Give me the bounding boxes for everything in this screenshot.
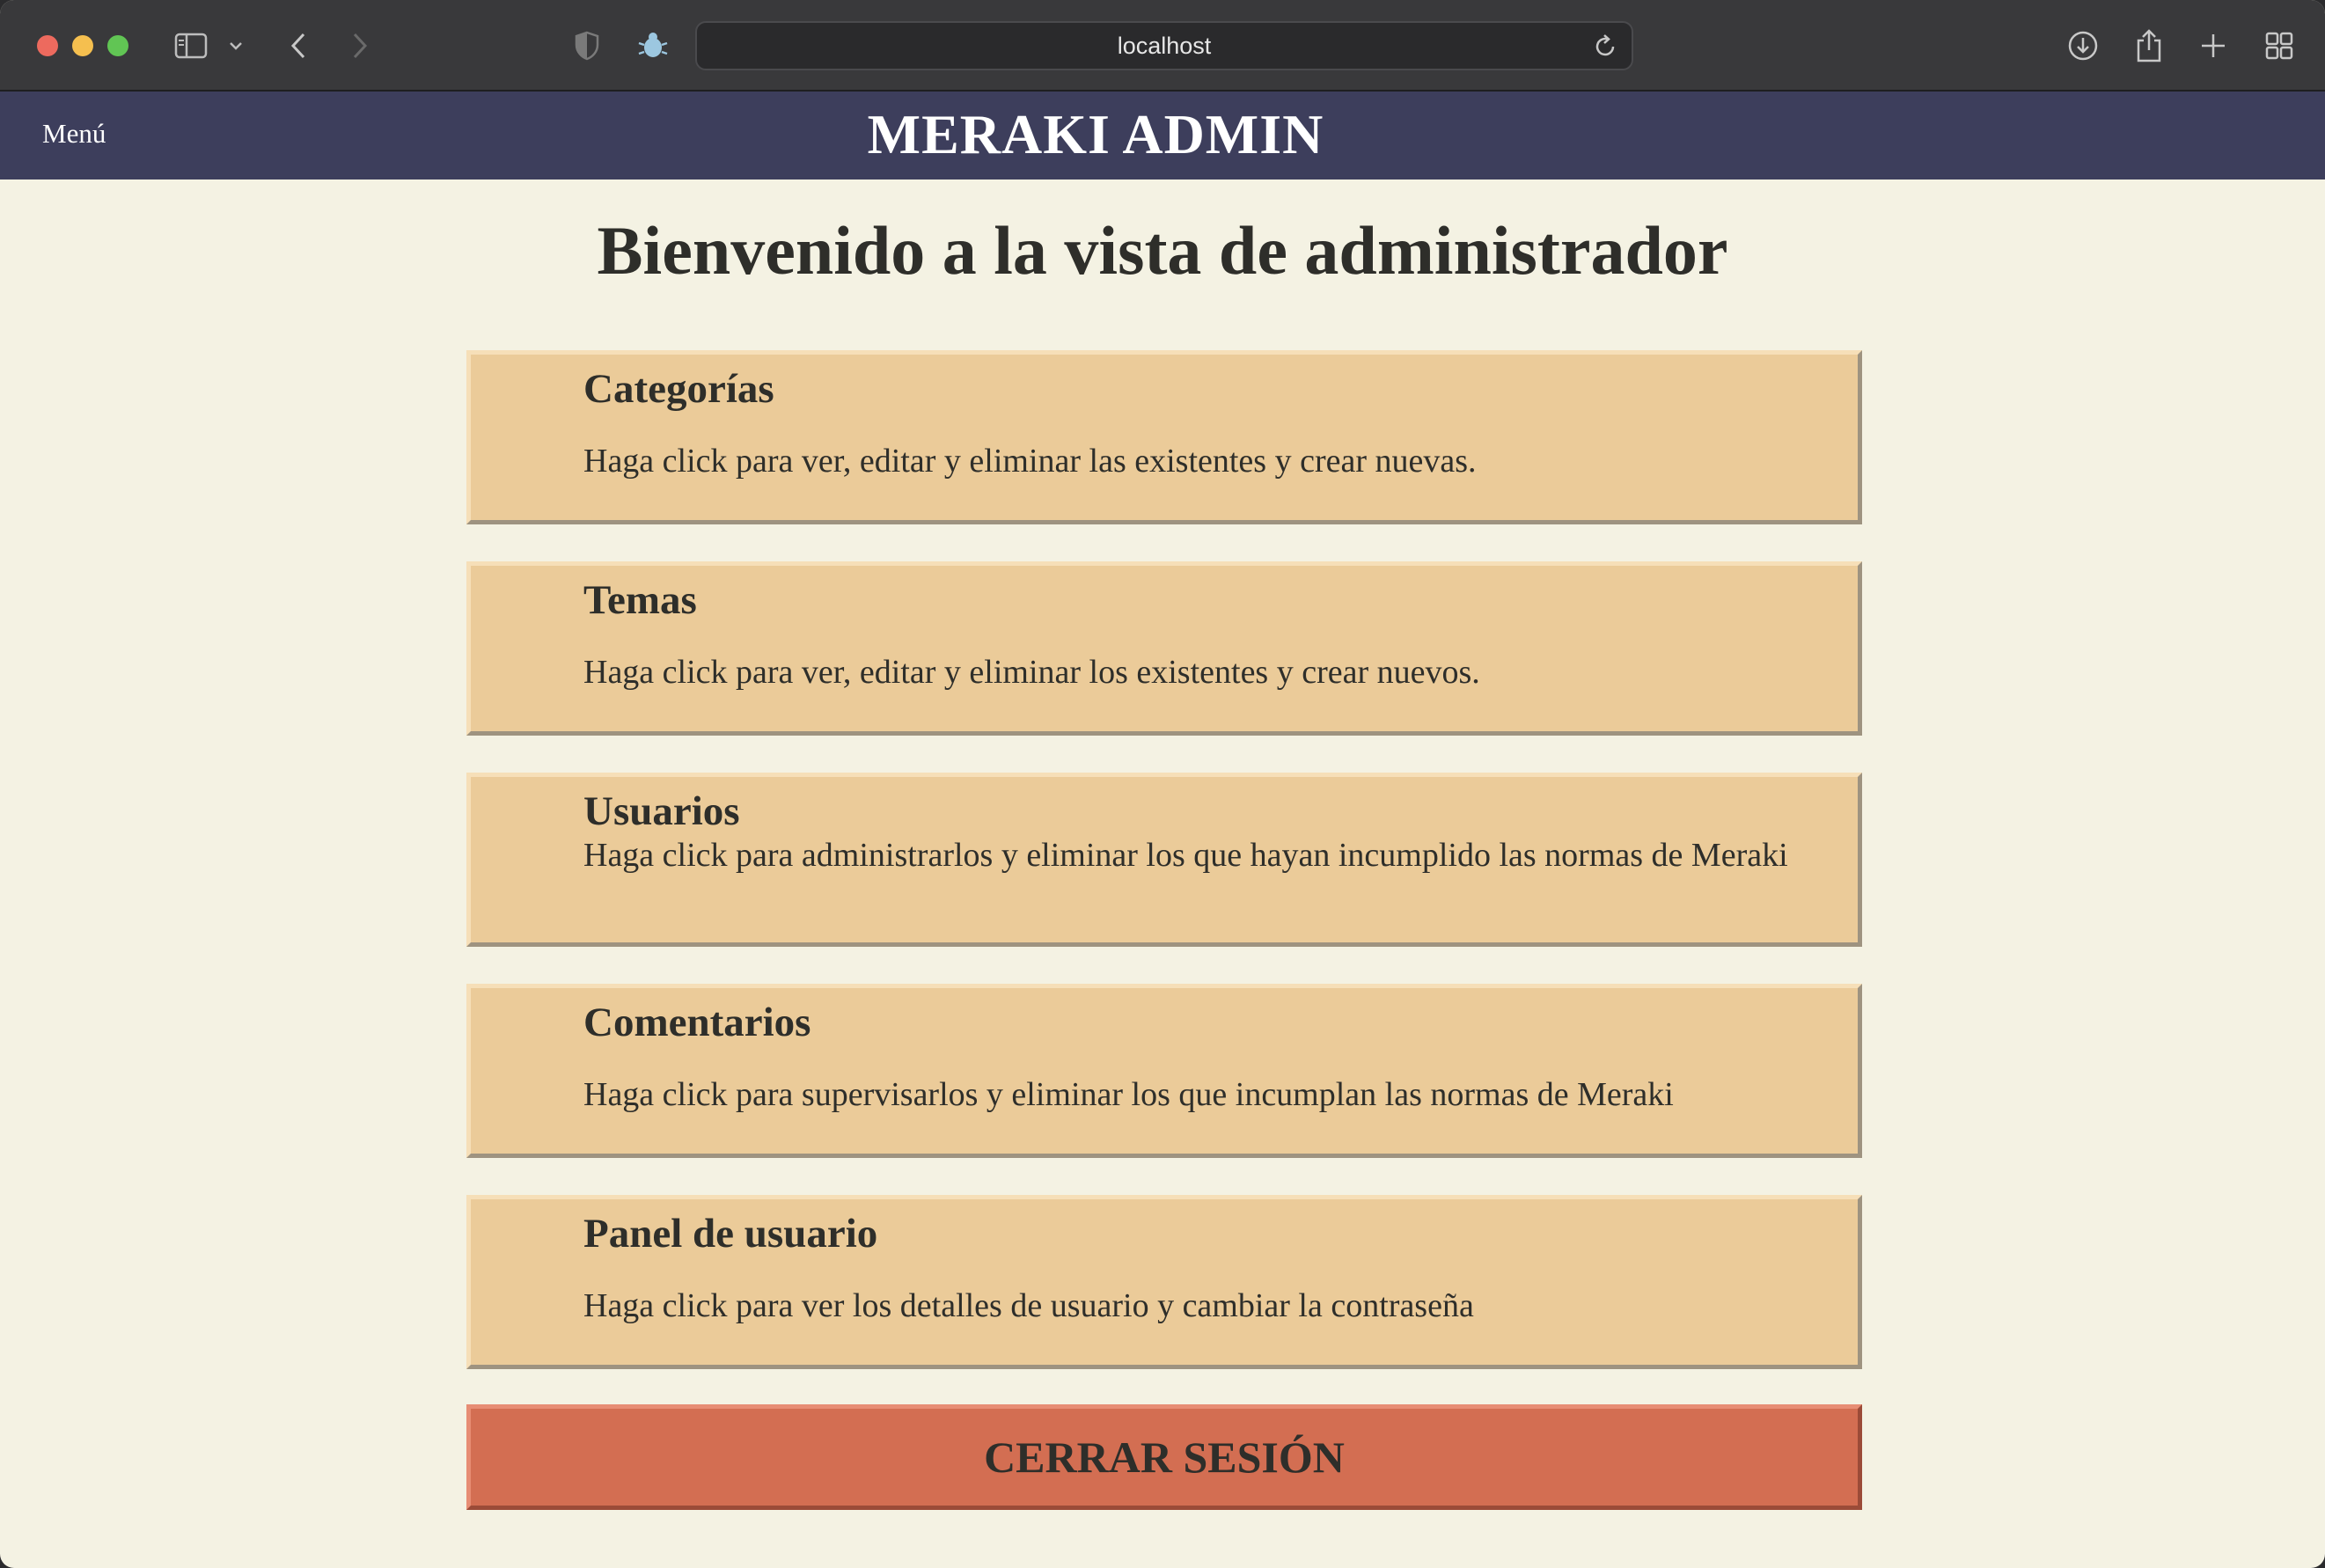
privacy-shield-icon[interactable] — [574, 26, 600, 65]
card-description: Haga click para supervisarlos y eliminar… — [583, 1076, 1674, 1113]
card-title: Usuarios — [583, 788, 740, 834]
close-window-button[interactable] — [37, 35, 58, 56]
card-temas[interactable]: Temas Haga click para ver, editar y elim… — [466, 561, 1862, 736]
app-header: Menú MERAKI ADMIN — [0, 92, 2325, 180]
bug-icon[interactable] — [637, 26, 669, 65]
address-bar[interactable]: localhost — [695, 21, 1633, 70]
chevron-down-icon[interactable] — [227, 26, 245, 65]
share-icon[interactable] — [2133, 26, 2165, 65]
card-description: Haga click para ver los detalles de usua… — [583, 1287, 1474, 1324]
url-text: localhost — [1117, 32, 1212, 59]
tab-overview-icon[interactable] — [2263, 26, 2295, 65]
back-icon[interactable] — [287, 26, 310, 65]
brand-title: MERAKI ADMIN — [867, 103, 1324, 165]
download-icon[interactable] — [2066, 26, 2100, 65]
card-categorias[interactable]: Categorías Haga click para ver, editar y… — [466, 350, 1862, 524]
logout-button[interactable]: CERRAR SESIÓN — [466, 1404, 1862, 1510]
maximize-window-button[interactable] — [107, 35, 128, 56]
card-title: Temas — [583, 577, 697, 623]
new-tab-icon[interactable] — [2198, 26, 2228, 65]
card-description: Haga click para ver, editar y eliminar l… — [583, 654, 1480, 691]
browser-window: localhost Menú MERAKI ADMIN Bienvenido a… — [0, 0, 2325, 1568]
card-title: Panel de usuario — [583, 1211, 878, 1257]
card-description: Haga click para ver, editar y eliminar l… — [583, 443, 1477, 480]
card-comentarios[interactable]: Comentarios Haga click para supervisarlo… — [466, 984, 1862, 1158]
card-title: Comentarios — [583, 1000, 811, 1045]
reload-icon[interactable] — [1593, 33, 1617, 64]
sidebar-icon[interactable] — [172, 26, 209, 65]
card-usuarios[interactable]: Usuarios Haga click para administrarlos … — [466, 773, 1862, 947]
minimize-window-button[interactable] — [72, 35, 93, 56]
browser-toolbar: localhost — [0, 0, 2325, 92]
card-panel-de-usuario[interactable]: Panel de usuario Haga click para ver los… — [466, 1195, 1862, 1369]
page-title: Bienvenido a la vista de administrador — [597, 212, 1728, 289]
forward-icon[interactable] — [348, 26, 371, 65]
card-description: Haga click para administrarlos y elimina… — [583, 837, 1788, 874]
card-title: Categorías — [583, 366, 774, 412]
